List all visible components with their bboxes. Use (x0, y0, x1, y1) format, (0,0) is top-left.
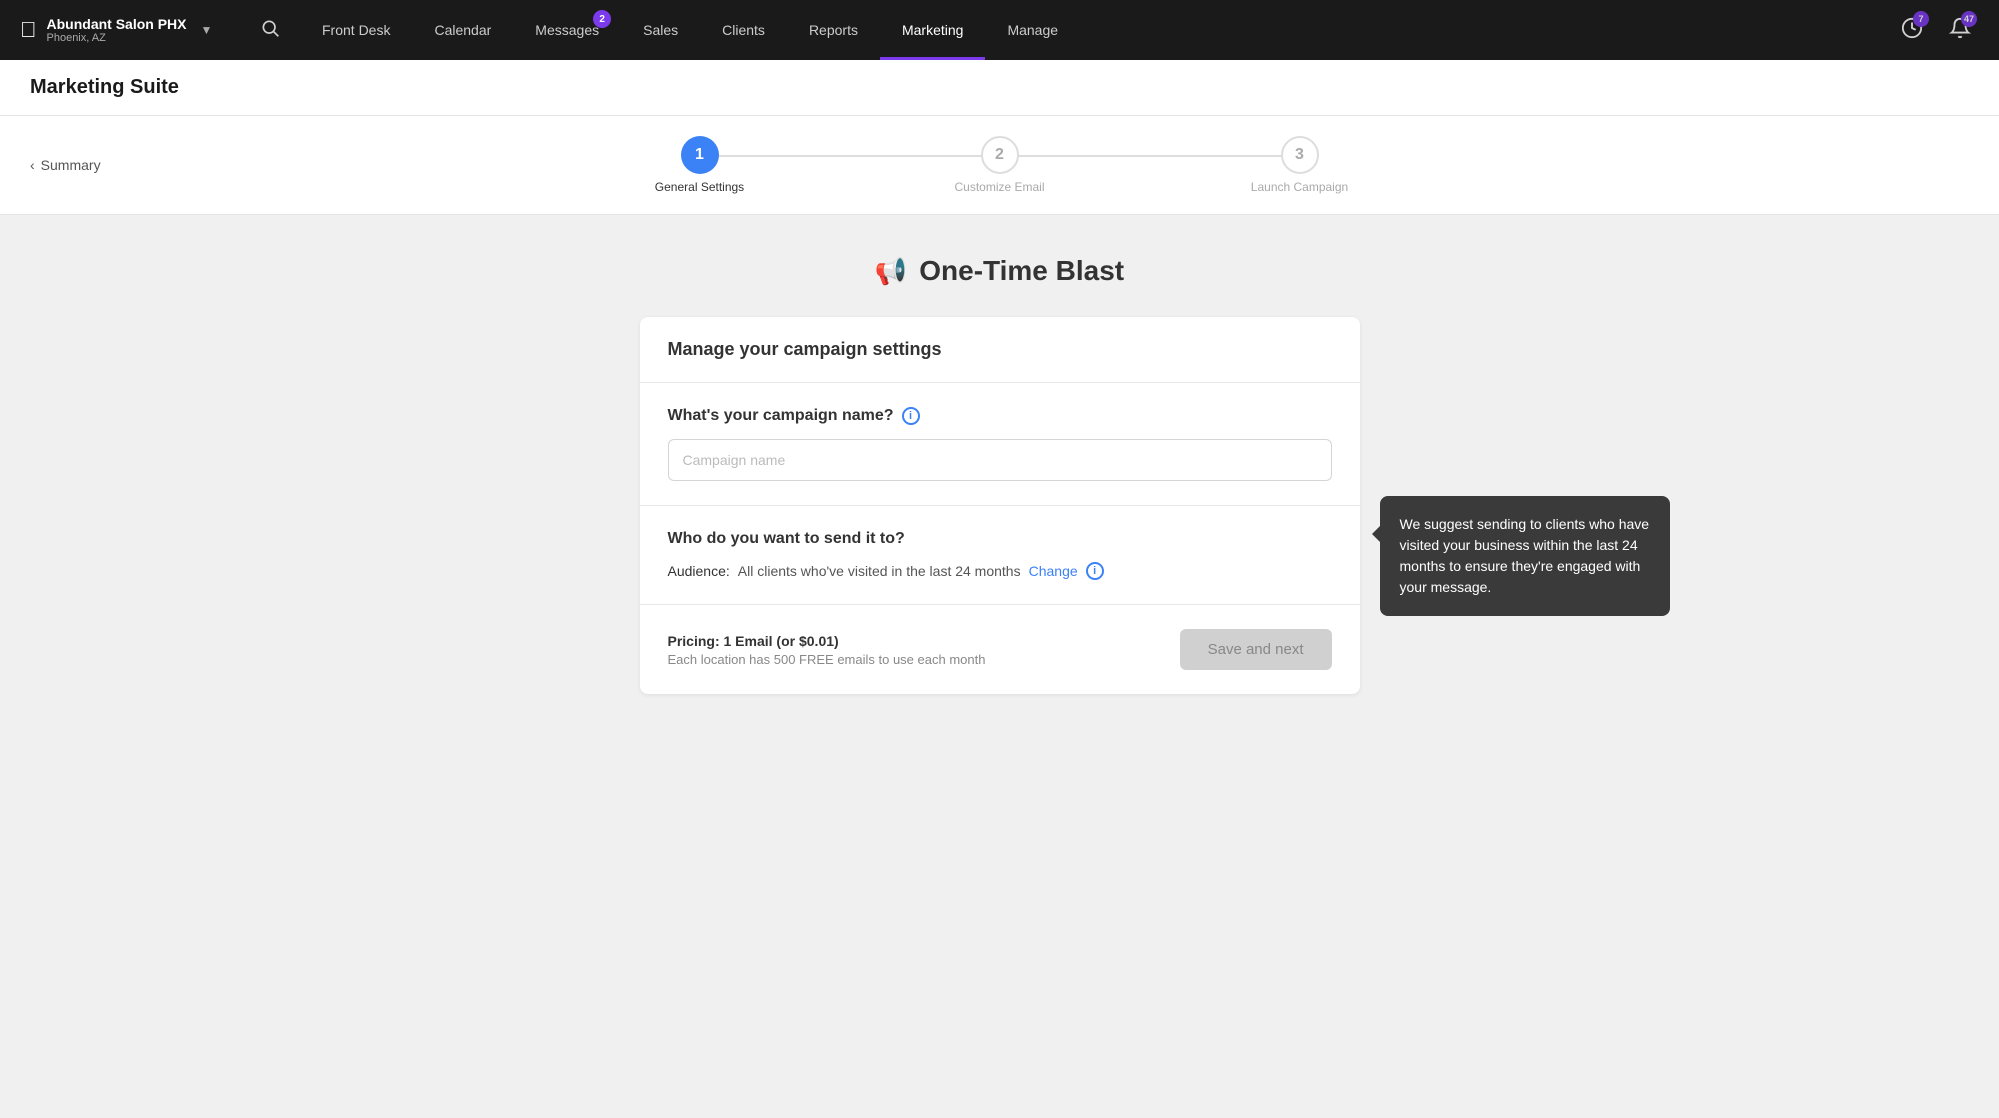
step-1-circle: 1 (681, 136, 719, 174)
card-header: Manage your campaign settings (640, 317, 1360, 383)
step-3-label: Launch Campaign (1251, 180, 1348, 194)
campaign-name-question: What's your campaign name? i (668, 407, 1332, 425)
audience-tooltip: We suggest sending to clients who have v… (1380, 496, 1670, 616)
clock-badge: 7 (1913, 11, 1929, 27)
campaign-name-input[interactable] (668, 439, 1332, 481)
back-label: Summary (41, 157, 101, 173)
nav-item-marketing[interactable]: Marketing (880, 0, 985, 60)
apple-icon:  (20, 17, 37, 43)
brand-name: Abundant Salon PHX (47, 16, 187, 32)
megaphone-icon: 📢 (875, 256, 907, 287)
campaign-title-text: One-Time Blast (919, 255, 1124, 287)
nav-item-calendar[interactable]: Calendar (412, 0, 513, 60)
step-3-circle: 3 (1281, 136, 1319, 174)
nav-items: Front Desk Calendar Messages 2 Sales Cli… (300, 0, 1893, 60)
nav-item-reports[interactable]: Reports (787, 0, 880, 60)
top-navigation:  Abundant Salon PHX Phoenix, AZ ▼ Front… (0, 0, 1999, 60)
campaign-card: Manage your campaign settings What's you… (640, 317, 1360, 694)
audience-value: All clients who've visited in the last 2… (738, 563, 1021, 579)
step-2-label: Customize Email (954, 180, 1044, 194)
nav-item-sales[interactable]: Sales (621, 0, 700, 60)
step-3: 3 Launch Campaign (1150, 136, 1450, 194)
step-2: 2 Customize Email (850, 136, 1150, 194)
main-content: 📢 One-Time Blast Manage your campaign se… (0, 215, 1999, 734)
step-2-circle: 2 (981, 136, 1019, 174)
audience-row: Audience: All clients who've visited in … (668, 562, 1332, 580)
bell-button[interactable]: 47 (1941, 9, 1979, 52)
pricing-main: Pricing: 1 Email (or $0.01) (668, 633, 986, 649)
chevron-down-icon: ▼ (201, 23, 213, 37)
search-icon[interactable] (240, 18, 300, 43)
step-1: 1 General Settings (550, 136, 850, 194)
nav-item-frontdesk[interactable]: Front Desk (300, 0, 412, 60)
back-chevron-icon: ‹ (30, 157, 35, 173)
brand-text: Abundant Salon PHX Phoenix, AZ (47, 16, 187, 44)
brand-logo[interactable]:  Abundant Salon PHX Phoenix, AZ ▼ (20, 16, 240, 44)
campaign-name-section: What's your campaign name? i (640, 383, 1360, 506)
messages-badge: 2 (593, 10, 611, 28)
audience-question: Who do you want to send it to? (668, 530, 1332, 548)
audience-info-icon[interactable]: i (1086, 562, 1104, 580)
nav-right-icons: 7 47 (1893, 9, 1979, 52)
audience-label: Audience: (668, 563, 730, 579)
pricing-sub: Each location has 500 FREE emails to use… (668, 652, 986, 667)
bell-badge: 47 (1961, 11, 1977, 27)
audience-section: Who do you want to send it to? Audience:… (640, 506, 1360, 605)
change-audience-link[interactable]: Change (1029, 563, 1078, 579)
brand-location: Phoenix, AZ (47, 32, 187, 44)
page-header: Marketing Suite (0, 60, 1999, 116)
stepper-bar: ‹ Summary 1 General Settings 2 Customize… (0, 116, 1999, 215)
clock-button[interactable]: 7 (1893, 9, 1931, 52)
pricing-text: Pricing: 1 Email (or $0.01) Each locatio… (668, 633, 986, 667)
campaign-name-info-icon[interactable]: i (902, 407, 920, 425)
save-next-button[interactable]: Save and next (1180, 629, 1332, 670)
back-to-summary[interactable]: ‹ Summary (30, 157, 101, 173)
step-1-label: General Settings (655, 180, 744, 194)
campaign-title: 📢 One-Time Blast (875, 255, 1124, 287)
pricing-section: Pricing: 1 Email (or $0.01) Each locatio… (640, 605, 1360, 694)
nav-item-manage[interactable]: Manage (985, 0, 1080, 60)
nav-item-clients[interactable]: Clients (700, 0, 787, 60)
nav-item-messages[interactable]: Messages 2 (513, 0, 621, 60)
stepper-steps: 1 General Settings 2 Customize Email 3 L… (550, 136, 1450, 194)
page-title: Marketing Suite (30, 76, 1969, 99)
